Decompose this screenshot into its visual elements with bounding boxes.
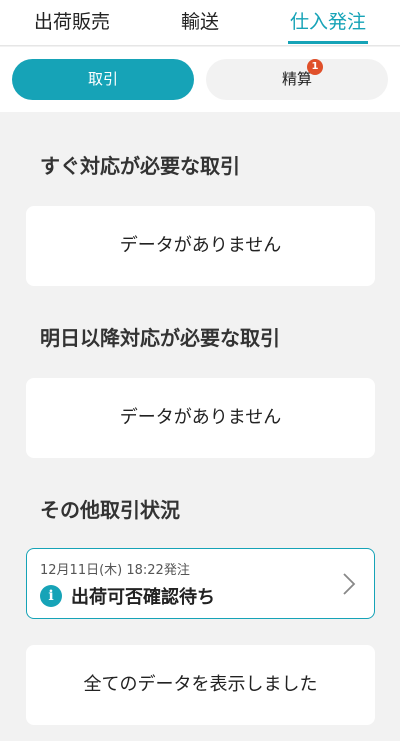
- tab-transport[interactable]: 輸送: [160, 0, 240, 46]
- segment-transactions[interactable]: 取引: [12, 59, 194, 100]
- chevron-right-icon: [343, 573, 356, 595]
- urgent-empty-card: データがありません: [26, 206, 375, 286]
- info-icon: i: [40, 585, 62, 607]
- active-tab-indicator: [288, 41, 368, 44]
- section-title-urgent: すぐ対応が必要な取引: [40, 154, 240, 178]
- tomorrow-empty-card: データがありません: [26, 378, 375, 458]
- tab-purchase-orders[interactable]: 仕入発注: [276, 0, 380, 46]
- transaction-status-label: 出荷可否確認待ち: [71, 587, 215, 608]
- section-title-tomorrow: 明日以降対応が必要な取引: [40, 326, 280, 350]
- top-tab-bar: 出荷販売 輸送 仕入発注: [0, 0, 400, 46]
- all-data-shown-message: 全てのデータを表示しました: [26, 645, 375, 725]
- transaction-status: i 出荷可否確認待ち: [40, 584, 215, 608]
- transaction-order-date: 12月11日(木) 18:22発注: [40, 563, 190, 578]
- segment-settlement[interactable]: 精算: [206, 59, 388, 100]
- section-title-others: その他取引状況: [40, 498, 180, 522]
- transaction-card[interactable]: 12月11日(木) 18:22発注 i 出荷可否確認待ち: [26, 548, 375, 619]
- settlement-notification-badge: 1: [307, 59, 323, 75]
- tab-shipping-sales[interactable]: 出荷販売: [18, 0, 126, 46]
- segment-bar: 取引 精算: [0, 47, 400, 112]
